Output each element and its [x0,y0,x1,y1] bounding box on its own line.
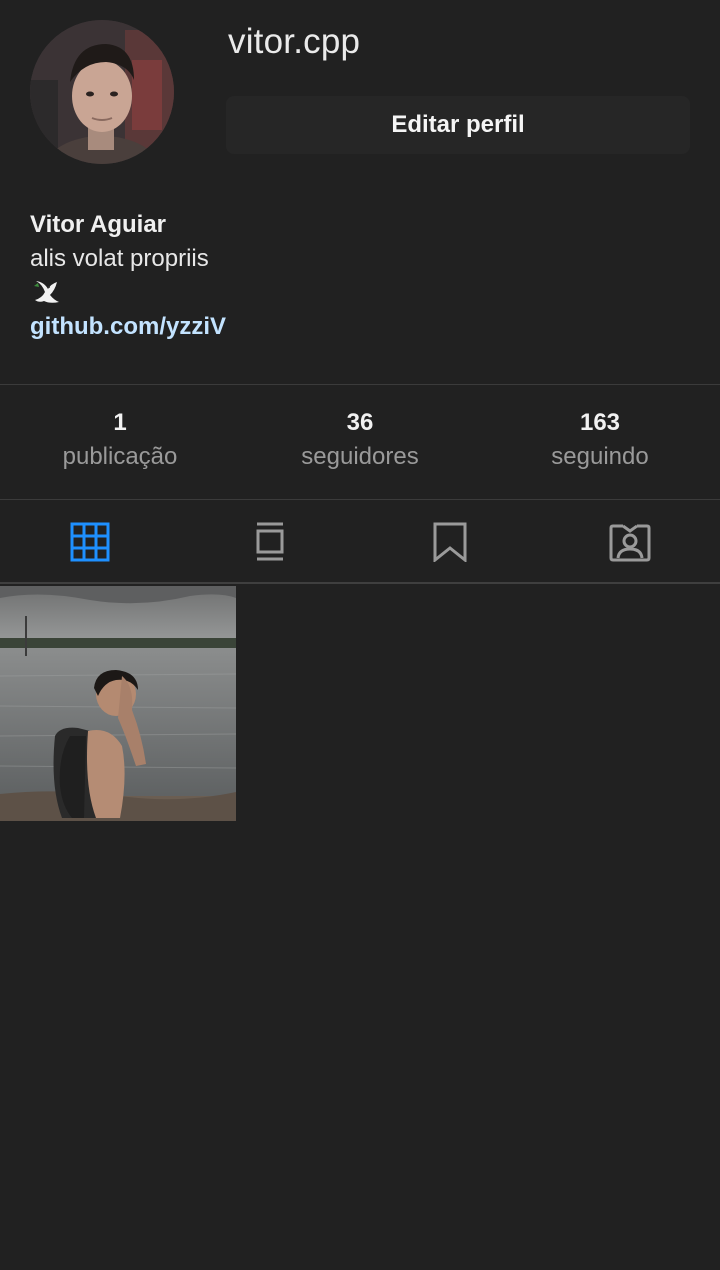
stats-top-divider [0,384,720,385]
tab-saved[interactable] [360,500,540,584]
profile-username: vitor.cpp [228,22,361,61]
stat-followers-count: 36 [346,409,374,436]
tab-tagged[interactable] [540,500,720,584]
profile-bio: Vitor Aguiar alis volat propriis github.… [30,208,226,344]
feed-icon [256,522,284,561]
stat-following-label: seguindo [551,443,649,470]
stat-posts-count: 1 [113,409,127,436]
profile-stats: 1 publicação 36 seguidores 163 seguindo [0,405,720,485]
profile-tabs [0,500,720,584]
grid-icon [70,522,110,562]
bookmark-icon [433,522,467,562]
stat-followers[interactable]: 36 seguidores [240,405,480,485]
dove-icon [30,276,226,310]
stat-following-count: 163 [579,409,621,436]
profile-full-name: Vitor Aguiar [30,211,167,238]
stat-followers-label: seguidores [301,443,419,470]
profile-website-link[interactable]: github.com/yzziV [30,310,226,344]
tagged-icon [609,524,651,562]
stat-posts-label: publicação [62,443,178,470]
edit-profile-button[interactable]: Editar perfil [226,96,690,154]
post-thumbnail[interactable] [0,586,236,821]
stat-following[interactable]: 163 seguindo [480,405,720,485]
tabs-bottom-divider [0,582,720,584]
profile-avatar[interactable] [30,20,174,164]
tab-grid[interactable] [0,500,180,584]
tab-feed[interactable] [180,500,360,584]
profile-bio-text: alis volat propriis [30,245,209,272]
stat-posts[interactable]: 1 publicação [0,405,240,485]
